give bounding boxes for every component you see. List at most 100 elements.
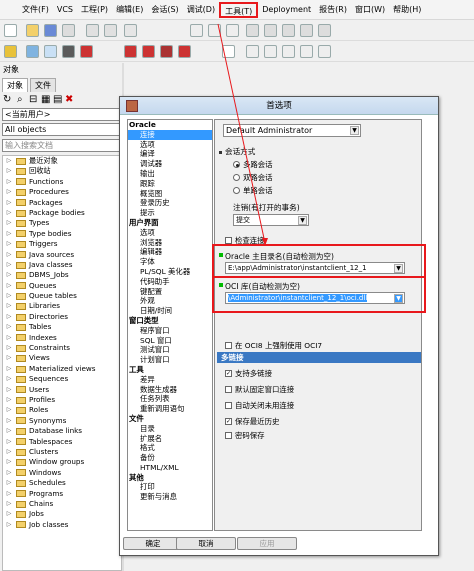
category-item[interactable]: 提示 (128, 208, 212, 218)
category-header[interactable]: 用户界面 (128, 218, 212, 228)
beautify-icon[interactable] (178, 45, 191, 58)
stop-icon[interactable] (282, 24, 295, 37)
category-item[interactable]: 编译 (128, 149, 212, 159)
connect-icon[interactable] (4, 45, 17, 58)
chevron-down-icon[interactable]: ▼ (350, 126, 359, 135)
explain-icon[interactable] (124, 45, 137, 58)
tree-item[interactable]: ▷ Java sources (3, 250, 121, 260)
expand-icon[interactable]: ▷ (6, 509, 12, 519)
tree-item[interactable]: ▷ Queue tables (3, 291, 121, 301)
paste-icon[interactable] (226, 24, 239, 37)
expand-icon[interactable]: ▷ (6, 198, 12, 208)
tree-item[interactable]: ▷ Types (3, 218, 121, 228)
radio-multi-session[interactable]: 多路会话 (233, 159, 273, 170)
expand-icon[interactable]: ▷ (6, 520, 12, 530)
expand-icon[interactable]: ▷ (6, 437, 12, 447)
tree-item[interactable]: ▷ Synonyms (3, 416, 121, 426)
expand-icon[interactable]: ▷ (6, 489, 12, 499)
tree-item[interactable]: ▷ Job classes (3, 520, 121, 530)
chevron-down-icon[interactable]: ▼ (298, 216, 307, 225)
expand-icon[interactable]: ▷ (6, 322, 12, 332)
expand-icon[interactable]: ▷ (6, 457, 12, 467)
expand-icon[interactable]: ▷ (6, 187, 12, 197)
tree-item[interactable]: ▷ Java classes (3, 260, 121, 270)
delete-icon[interactable]: ✖ (65, 94, 73, 106)
option-auto-close-connection[interactable]: 自动关闭未用连接 (225, 400, 294, 411)
category-header[interactable]: 工具 (128, 365, 212, 375)
expand-icon[interactable]: ▷ (6, 218, 12, 228)
tree-item[interactable]: ▷ Indexes (3, 333, 121, 343)
expand-icon[interactable]: ▷ (6, 208, 12, 218)
tree-item[interactable]: ▷ Database links (3, 426, 121, 436)
commit-icon[interactable] (300, 24, 313, 37)
expand-icon[interactable]: ▷ (6, 468, 12, 478)
expand-icon[interactable]: ▷ (6, 270, 12, 280)
category-item[interactable]: 目录 (128, 424, 212, 434)
menu-session[interactable]: 会话(S) (147, 2, 182, 18)
expand-icon[interactable]: ▷ (6, 478, 12, 488)
tree-item[interactable]: ▷ Sequences (3, 374, 121, 384)
category-item[interactable]: 跟踪 (128, 179, 212, 189)
new-icon[interactable] (4, 24, 17, 37)
menu-help[interactable]: 帮助(H) (389, 2, 425, 18)
debug-icon[interactable] (142, 45, 155, 58)
find-icon[interactable] (124, 24, 137, 37)
expand-icon[interactable]: ▷ (6, 239, 12, 249)
tree-item[interactable]: ▷ Users (3, 385, 121, 395)
menu-tools[interactable]: 工具(T) (219, 1, 259, 18)
expand-icon[interactable]: ▷ (6, 364, 12, 374)
category-item[interactable]: 选项 (128, 228, 212, 238)
category-item[interactable]: 差异 (128, 375, 212, 385)
category-item[interactable]: 更新与消息 (128, 492, 212, 502)
menu-vcs[interactable]: VCS (53, 2, 77, 18)
expand-icon[interactable]: ▷ (6, 499, 12, 509)
print-icon[interactable] (62, 24, 75, 37)
expand-icon[interactable]: ▷ (6, 385, 12, 395)
save-icon[interactable] (44, 24, 57, 37)
tree-item[interactable]: ▷ Functions (3, 177, 121, 187)
export-icon[interactable] (300, 45, 313, 58)
collapse-icon[interactable]: ⊟ (29, 94, 37, 106)
force-oci7-checkbox[interactable]: 在 OCI8 上强制使用 OCI7 (225, 340, 322, 351)
tree-item[interactable]: ▷ Jobs (3, 509, 121, 519)
category-item[interactable]: 选项 (128, 140, 212, 150)
expand-icon[interactable]: ▷ (6, 260, 12, 270)
tree-item[interactable]: ▷ Directories (3, 312, 121, 322)
category-item[interactable]: SQL 窗口 (128, 336, 212, 346)
expand-icon[interactable]: ▷ (6, 281, 12, 291)
tree-item[interactable]: ▷ Packages (3, 198, 121, 208)
category-item[interactable]: 代码助手 (128, 277, 212, 287)
category-item[interactable]: 格式 (128, 443, 212, 453)
tree-item[interactable]: ▷ Schedules (3, 478, 121, 488)
redo-icon[interactable] (104, 24, 117, 37)
tab-objects[interactable]: 对象 (2, 78, 28, 92)
category-item[interactable]: 日期/时间 (128, 306, 212, 316)
category-item[interactable]: 键配置 (128, 287, 212, 297)
category-header[interactable]: 其他 (128, 473, 212, 483)
undo-icon[interactable] (86, 24, 99, 37)
tree-item[interactable]: ▷ Triggers (3, 239, 121, 249)
category-item[interactable]: 测试窗口 (128, 345, 212, 355)
test-icon[interactable] (160, 45, 173, 58)
menu-file[interactable]: 文件(F) (18, 2, 53, 18)
category-item[interactable]: 字体 (128, 257, 212, 267)
expand-icon[interactable]: ▷ (6, 333, 12, 343)
tree-item[interactable]: ▷ Queues (3, 281, 121, 291)
apply-button[interactable]: 应用 (237, 537, 297, 550)
category-item[interactable]: PL/SQL 美化器 (128, 267, 212, 277)
option-fixed-window-connection[interactable]: 默认固定窗口连接 (225, 384, 294, 395)
tab-files[interactable]: 文件 (30, 78, 56, 92)
option-multi-connection[interactable]: ✓ 支持多链接 (225, 368, 272, 379)
open-folder-icon[interactable] (26, 24, 39, 37)
filter-icon[interactable]: ▦ (41, 94, 50, 106)
tree-item[interactable]: ▷ Tablespaces (3, 437, 121, 447)
objects-filter-select[interactable]: All objects (2, 123, 120, 136)
grid-icon[interactable] (282, 45, 295, 58)
category-item[interactable]: 连接 (128, 129, 212, 140)
category-item[interactable]: 外观 (128, 296, 212, 306)
option-save-history[interactable]: ✓ 保存最近历史 (225, 416, 279, 427)
tree-item[interactable]: ▷ Constraints (3, 343, 121, 353)
category-item[interactable]: 输出 (128, 169, 212, 179)
category-item[interactable]: 重新调用语句 (128, 404, 212, 414)
check-icon[interactable] (246, 45, 259, 58)
